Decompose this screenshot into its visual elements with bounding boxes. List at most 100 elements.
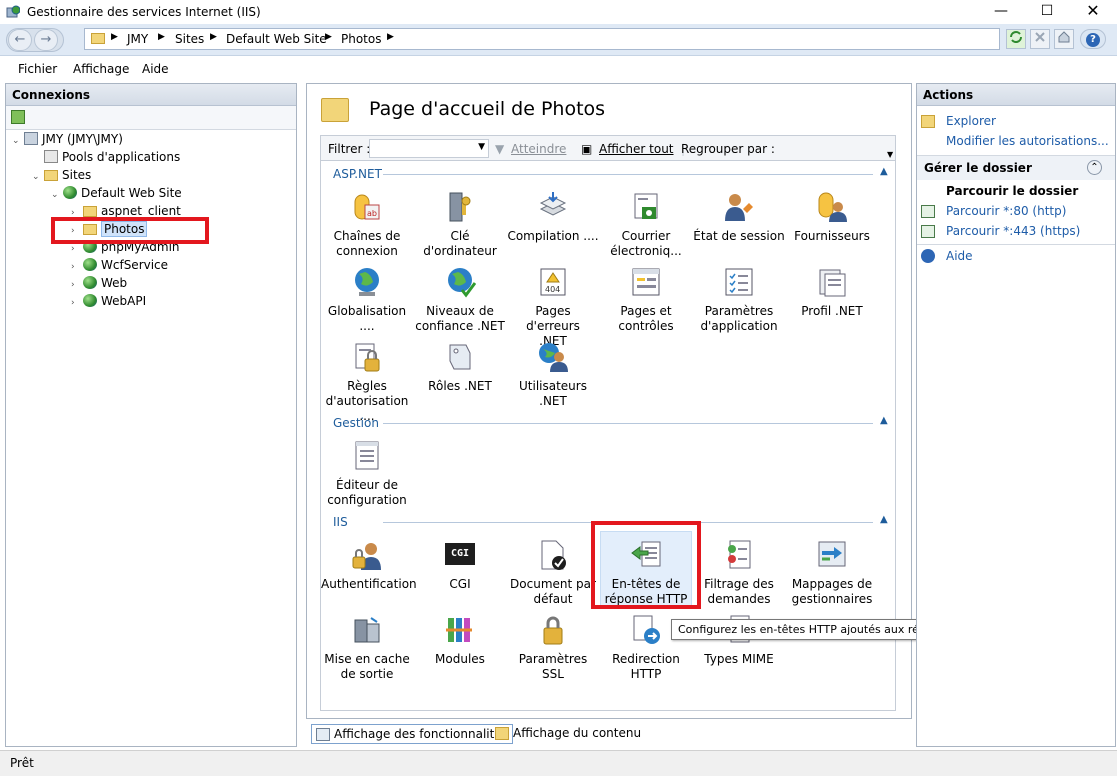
feature-smtp-email[interactable]: Courrier électroniq... [600, 191, 692, 259]
feature-modules[interactable]: Modules [414, 614, 506, 667]
breadcrumb-separator[interactable]: ▶ [210, 32, 217, 42]
collapse-section-icon[interactable]: ▲ [880, 166, 888, 177]
tree-item-default-web-site[interactable]: ⌄ Default Web Site [51, 186, 182, 204]
feature-providers[interactable]: Fournisseurs [786, 191, 878, 244]
breadcrumb-jmy[interactable]: JMY [127, 32, 148, 46]
feature-users[interactable]: Utilisateurs .NET [507, 341, 599, 409]
tab-label: Affichage des fonctionnalités [334, 727, 508, 741]
help-link[interactable]: Aide [946, 249, 973, 263]
feature-compilation[interactable]: Compilation .... [507, 191, 599, 244]
collapse-icon[interactable]: ⌄ [12, 136, 24, 146]
request-filtering-icon [723, 539, 755, 571]
expand-icon[interactable]: › [71, 298, 83, 308]
home-icon[interactable] [1054, 29, 1074, 49]
feature-roles[interactable]: Rôles .NET [414, 341, 506, 394]
back-button[interactable]: ← [8, 29, 32, 51]
browse-http-link[interactable]: Parcourir *:80 (http) [946, 204, 1066, 218]
feature-globalization[interactable]: Globalisation .... [321, 266, 413, 334]
feature-cgi[interactable]: CGI CGI [414, 539, 506, 592]
show-all-icon[interactable]: ▣ [581, 142, 592, 156]
compilation-icon [537, 191, 569, 223]
edit-permissions-link[interactable]: Modifier les autorisations... [946, 134, 1109, 148]
feature-machine-key[interactable]: Clé d'ordinateur [414, 191, 506, 259]
iis-app-icon [6, 5, 21, 19]
feature-app-settings[interactable]: Paramètres d'application [693, 266, 785, 334]
breadcrumb-separator[interactable]: ▶ [158, 32, 165, 42]
breadcrumb-separator[interactable]: ▶ [325, 32, 332, 42]
toolbar-more-icon[interactable]: ▼ [887, 150, 893, 159]
tab-content-view[interactable]: Affichage du contenu [491, 724, 645, 744]
tree-item-server[interactable]: ⌄ JMY (JMY\JMY) [12, 132, 123, 150]
breadcrumb-photos[interactable]: Photos [341, 32, 381, 46]
feature-output-caching[interactable]: Mise en cache de sortie [321, 614, 413, 682]
tab-label: Affichage du contenu [513, 726, 642, 740]
menu-fichier[interactable]: Fichier [18, 62, 57, 76]
collapse-section-icon[interactable]: ▲ [880, 514, 888, 525]
ssl-settings-icon [537, 614, 569, 646]
show-all-button[interactable]: Afficher tout [599, 142, 674, 156]
browse-https-link[interactable]: Parcourir *:443 (https) [946, 224, 1080, 238]
collapse-icon[interactable]: ⌄ [32, 172, 44, 182]
expand-icon[interactable]: › [71, 280, 83, 290]
feature-ssl-settings[interactable]: Paramètres SSL [507, 614, 599, 682]
feature-authentication[interactable]: Authentification [321, 539, 417, 592]
breadcrumb-default-web-site[interactable]: Default Web Site [226, 32, 327, 46]
close-button[interactable]: ✕ [1070, 0, 1116, 24]
group-by-label[interactable]: Regrouper par : [681, 142, 775, 156]
filter-go-icon[interactable]: ▼ [495, 142, 504, 156]
view-tabs: Affichage des fonctionnalités Affichage … [306, 722, 912, 746]
tree-item-webapi[interactable]: › WebAPI [71, 294, 146, 312]
manage-folder-header[interactable]: Gérer le dossier ⌃ [917, 156, 1115, 180]
section-label-iis[interactable]: IIS [333, 515, 348, 529]
menu-affichage[interactable]: Affichage [73, 62, 129, 76]
filter-input[interactable]: ▼ [369, 139, 489, 158]
collapse-icon[interactable]: ⌄ [51, 190, 63, 200]
breadcrumb[interactable]: ▶ JMY ▶ Sites ▶ Default Web Site ▶ Photo… [84, 28, 1000, 50]
section-label-gestion[interactable]: Gestion [333, 416, 379, 430]
feature-request-filtering[interactable]: Filtrage des demandes [693, 539, 785, 607]
feature-trust-levels[interactable]: Niveaux de confiance .NET [414, 266, 506, 334]
default-document-icon [537, 539, 569, 571]
forward-button[interactable]: → [34, 29, 58, 51]
refresh-icon[interactable] [1006, 29, 1026, 49]
tab-features-view[interactable]: Affichage des fonctionnalités [311, 724, 513, 744]
breadcrumb-sites[interactable]: Sites [175, 32, 204, 46]
feature-session-state[interactable]: État de session [693, 191, 785, 244]
tree-item-web[interactable]: › Web [71, 276, 127, 294]
feature-config-editor[interactable]: Éditeur de configuration [321, 440, 413, 508]
collapse-icon[interactable]: ⌃ [1087, 160, 1102, 175]
feature-connection-strings[interactable]: ab Chaînes de connexion [321, 191, 413, 259]
tree-item-app-pools[interactable]: Pools d'applications [32, 150, 180, 168]
expand-icon[interactable]: › [71, 244, 83, 254]
feature-profile[interactable]: Profil .NET [786, 266, 878, 319]
dropdown-arrow-icon[interactable]: ▼ [478, 142, 485, 152]
feature-label: Redirection [612, 652, 680, 666]
stop-icon[interactable] [1030, 29, 1050, 49]
feature-default-document[interactable]: Document par défaut [507, 539, 599, 607]
tree-item-sites[interactable]: ⌄ Sites [32, 168, 91, 186]
go-button[interactable]: Atteindre [511, 142, 566, 156]
maximize-button[interactable]: ☐ [1024, 0, 1070, 24]
browse-icon [921, 225, 935, 238]
feature-label: Authentification [321, 577, 417, 591]
connect-icon[interactable] [11, 110, 25, 124]
menu-aide[interactable]: Aide [142, 62, 169, 76]
feature-authorization-rules[interactable]: Règles d'autorisation .... [321, 341, 413, 424]
breadcrumb-separator[interactable]: ▶ [387, 32, 394, 42]
expand-icon[interactable]: › [71, 262, 83, 272]
feature-pages-controls[interactable]: Pages et contrôles [600, 266, 692, 334]
help-icon[interactable]: ? [1080, 29, 1106, 49]
feature-label: Règles [347, 379, 387, 393]
feature-error-pages[interactable]: 404 Pages d'erreurs .NET [507, 266, 599, 349]
section-label-aspnet[interactable]: ASP.NET [333, 167, 382, 181]
explore-folder-icon [921, 115, 935, 128]
pages-controls-icon [630, 266, 662, 298]
authentication-icon [351, 539, 383, 571]
explore-link[interactable]: Explorer [946, 114, 996, 128]
tree-item-wcfservice[interactable]: › WcfService [71, 258, 168, 276]
minimize-button[interactable]: — [978, 0, 1024, 24]
feature-label: Document par [510, 577, 596, 591]
feature-handler-mappings[interactable]: Mappages de gestionnaires [786, 539, 878, 607]
breadcrumb-separator[interactable]: ▶ [111, 32, 118, 42]
collapse-section-icon[interactable]: ▲ [880, 415, 888, 426]
